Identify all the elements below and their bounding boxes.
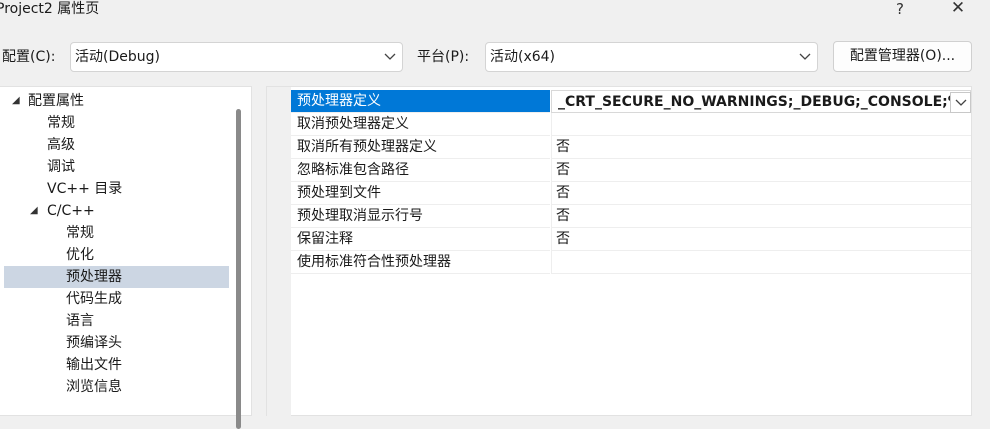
tree-item-language[interactable]: 语言 (0, 310, 230, 332)
tree-item-optimization[interactable]: 优化 (0, 244, 230, 266)
expand-icon[interactable]: ◢ (30, 200, 38, 222)
platform-dropdown-value: 活动(x64) (490, 49, 556, 65)
table-row[interactable]: 取消预处理器定义 (291, 113, 971, 136)
title-bar: Project2 属性页 ? ✕ (0, 0, 990, 26)
close-button[interactable]: ✕ (938, 0, 978, 20)
chevron-down-icon (799, 53, 811, 60)
chevron-down-icon (384, 53, 396, 60)
tree-item-label: 常规 (47, 115, 75, 131)
table-row[interactable]: 保留注释 否 (291, 228, 971, 251)
value-dropdown-button[interactable] (950, 92, 971, 113)
platform-dropdown[interactable]: 活动(x64) (485, 42, 818, 72)
tree-item-label: 浏览信息 (66, 379, 122, 395)
tree-item-label: 高级 (47, 137, 75, 153)
platform-label: 平台(P): (417, 49, 470, 65)
tree-item-c-cpp[interactable]: ◢ C/C++ (0, 200, 230, 222)
property-name[interactable]: 保留注释 (291, 228, 550, 251)
tree-item-preprocessor[interactable]: 预处理器 (4, 266, 229, 288)
tree-item-label: 输出文件 (66, 357, 122, 373)
config-dropdown[interactable]: 活动(Debug) (70, 42, 403, 72)
table-row[interactable]: 预处理器定义 _CRT_SECURE_NO_WARNINGS;_DEBUG;_C… (291, 90, 971, 113)
tree-item-label: VC++ 目录 (47, 181, 123, 197)
property-value[interactable]: 否 (551, 182, 971, 205)
tree-item-label: C/C++ (47, 203, 95, 219)
tree-item-label: 预处理器 (66, 269, 122, 285)
tree-item-label: 代码生成 (66, 291, 122, 307)
property-value[interactable]: 否 (551, 205, 971, 228)
tree-item-config-properties[interactable]: ◢ 配置属性 (0, 90, 230, 112)
property-name[interactable]: 忽略标准包含路径 (291, 159, 550, 182)
tree-item-vc-directories[interactable]: VC++ 目录 (0, 178, 230, 200)
property-value[interactable]: 否 (551, 136, 971, 159)
property-value-input[interactable]: _CRT_SECURE_NO_WARNINGS;_DEBUG;_CONSOLE;… (551, 90, 971, 113)
property-name[interactable]: 预处理器定义 (291, 90, 550, 113)
tree-item-debugging[interactable]: 调试 (0, 156, 230, 178)
property-tree[interactable]: ◢ 配置属性 常规 高级 调试 VC++ 目录 ◢ C/C++ 常规 优化 预处… (0, 86, 252, 429)
property-value[interactable]: 否 (551, 228, 971, 251)
tree-item-precompiled-headers[interactable]: 预编译头 (0, 332, 230, 354)
property-grid[interactable]: 预处理器定义 _CRT_SECURE_NO_WARNINGS;_DEBUG;_C… (266, 86, 972, 417)
table-row[interactable]: 忽略标准包含路径 否 (291, 159, 971, 182)
tree-item-browse-information[interactable]: 浏览信息 (0, 376, 230, 398)
property-name[interactable]: 使用标准符合性预处理器 (291, 251, 550, 274)
tree-item-output-files[interactable]: 输出文件 (0, 354, 230, 376)
table-row[interactable]: 预处理到文件 否 (291, 182, 971, 205)
window-title: Project2 属性页 (0, 1, 100, 17)
property-name[interactable]: 取消所有预处理器定义 (291, 136, 550, 159)
table-row[interactable]: 取消所有预处理器定义 否 (291, 136, 971, 159)
property-name[interactable]: 预处理到文件 (291, 182, 550, 205)
tree-item-code-generation[interactable]: 代码生成 (0, 288, 230, 310)
tree-item-label: 调试 (47, 159, 75, 175)
tree-item-label: 优化 (66, 247, 94, 263)
tree-item-cpp-general[interactable]: 常规 (0, 222, 230, 244)
property-value[interactable] (551, 251, 971, 274)
tree-item-advanced[interactable]: 高级 (0, 134, 230, 156)
table-row[interactable]: 预处理取消显示行号 否 (291, 205, 971, 228)
tree-item-general[interactable]: 常规 (0, 112, 230, 134)
tree-item-label: 语言 (66, 313, 94, 329)
tree-item-label: 常规 (66, 225, 94, 241)
config-manager-button[interactable]: 配置管理器(O)... (833, 41, 972, 72)
tree-item-label: 预编译头 (66, 335, 122, 351)
expand-icon[interactable]: ◢ (12, 90, 20, 112)
property-name[interactable]: 预处理取消显示行号 (291, 205, 550, 228)
tree-scrollbar[interactable] (236, 109, 241, 429)
chevron-down-icon (955, 99, 967, 106)
property-name[interactable]: 取消预处理器定义 (291, 113, 550, 136)
property-value[interactable] (551, 113, 971, 136)
tree-item-label: 配置属性 (28, 93, 84, 109)
table-row[interactable]: 使用标准符合性预处理器 (291, 251, 971, 274)
help-button[interactable]: ? (888, 0, 912, 20)
config-dropdown-value: 活动(Debug) (75, 49, 160, 65)
config-label: 配置(C): (2, 49, 56, 65)
property-value[interactable]: 否 (551, 159, 971, 182)
grid-margin (267, 87, 291, 417)
